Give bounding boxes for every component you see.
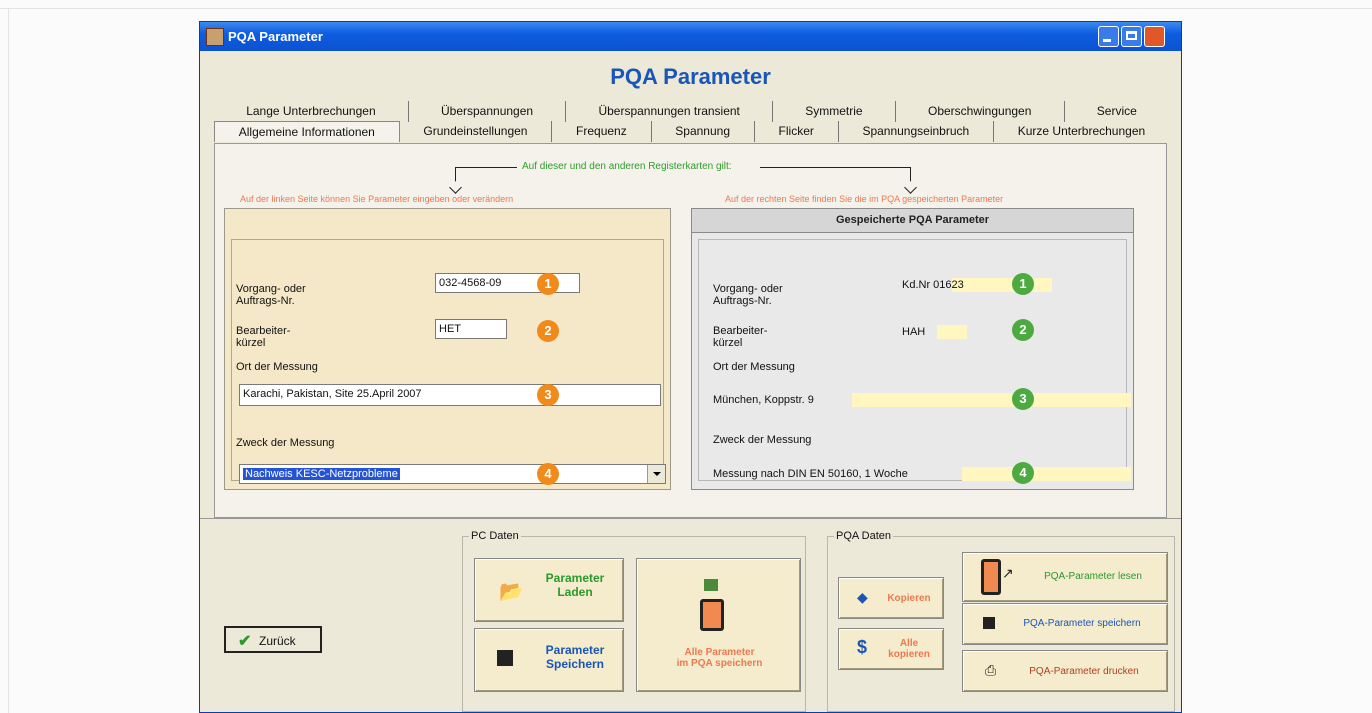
pqa-parameter-window: PQA Parameter PQA Parameter Lange Unterb… bbox=[199, 21, 1182, 713]
tab-service[interactable]: Service bbox=[1065, 101, 1169, 122]
pqa-parameter-lesen-label: PQA-Parameter lesen bbox=[1044, 571, 1142, 582]
tab-ueberspannungen[interactable]: Überspannungen bbox=[409, 101, 567, 122]
kopieren-label: Kopieren bbox=[887, 593, 931, 604]
tab-spannungseinbruch[interactable]: Spannungseinbruch bbox=[839, 121, 994, 142]
stored-panel-header: Gespeicherte PQA Parameter bbox=[692, 209, 1133, 233]
alle-kopieren-button[interactable]: $ Alle kopieren bbox=[838, 628, 944, 670]
minimize-icon bbox=[1103, 39, 1111, 42]
badge-1-right: 1 bbox=[1012, 273, 1034, 295]
stored-bearbeiter-value: HAH bbox=[902, 326, 926, 338]
page-frame-top bbox=[0, 8, 1372, 9]
pqa-daten-title: PQA Daten bbox=[834, 530, 894, 542]
tab-flicker[interactable]: Flicker bbox=[755, 121, 839, 142]
floppy-disk-icon bbox=[497, 650, 513, 666]
parameter-laden-button[interactable]: 📂 Parameter Laden bbox=[474, 558, 624, 622]
alle-parameter-im-pqa-speichern-button[interactable]: Alle Parameter im PQA speichern bbox=[636, 558, 801, 692]
printer-icon: ⎙ bbox=[985, 662, 997, 678]
tab-oberschwingungen[interactable]: Oberschwingungen bbox=[896, 101, 1065, 122]
bearbeiter-input[interactable]: HET bbox=[435, 319, 507, 339]
title-bar[interactable]: PQA Parameter bbox=[200, 22, 1181, 51]
parameter-laden-label: Parameter Laden bbox=[545, 571, 605, 599]
pqa-parameter-lesen-button[interactable]: ↗ PQA-Parameter lesen bbox=[962, 552, 1168, 602]
badge-2-right: 2 bbox=[1012, 319, 1034, 341]
stored-ort-highlight bbox=[852, 393, 1131, 407]
pqa-parameter-speichern-label: PQA-Parameter speichern bbox=[1023, 618, 1141, 629]
badge-1-left: 1 bbox=[537, 273, 559, 295]
stored-vorgang-highlight bbox=[952, 278, 1052, 292]
stored-vorgang-value: Kd.Nr 01623 bbox=[902, 279, 964, 291]
maximize-button[interactable] bbox=[1121, 26, 1142, 47]
tab-row-2: Allgemeine Informationen Grundeinstellun… bbox=[214, 121, 1169, 142]
zweck-label: Zweck der Messung bbox=[236, 437, 335, 449]
stored-zweck-value: Messung nach DIN EN 50160, 1 Woche bbox=[713, 468, 908, 480]
close-button[interactable] bbox=[1144, 26, 1165, 47]
kopieren-button[interactable]: ◆ Kopieren bbox=[838, 577, 944, 619]
zweck-selected-value: Nachweis KESC-Netzprobleme bbox=[243, 468, 400, 480]
stored-zweck-label: Zweck der Messung bbox=[713, 434, 812, 446]
editable-parameter-panel: Vorgang- oder Auftrags-Nr. 032-4568-09 1… bbox=[224, 208, 671, 490]
connect-arrow-icon: ↗ bbox=[1002, 565, 1014, 581]
parameter-speichern-label: Parameter Speichern bbox=[545, 643, 605, 671]
stored-ort-value: München, Koppstr. 9 bbox=[713, 394, 814, 406]
badge-4-right: 4 bbox=[1012, 462, 1034, 484]
tab-grundeinstellungen[interactable]: Grundeinstellungen bbox=[400, 121, 553, 142]
pqa-parameter-speichern-button[interactable]: PQA-Parameter speichern bbox=[962, 603, 1168, 645]
note-top: Auf dieser und den anderen Registerkarte… bbox=[522, 161, 732, 172]
tab-allgemeine-informationen[interactable]: Allgemeine Informationen bbox=[214, 121, 400, 142]
arrow-down-icon bbox=[704, 579, 718, 591]
zurueck-label: Zurück bbox=[259, 634, 296, 648]
parameter-speichern-button[interactable]: Parameter Speichern bbox=[474, 628, 624, 692]
stored-parameter-panel: Gespeicherte PQA Parameter Vorgang- oder… bbox=[691, 208, 1134, 490]
stored-zweck-highlight bbox=[962, 467, 1131, 481]
floppy-disk-icon bbox=[983, 617, 995, 629]
vorgang-label: Vorgang- oder Auftrags-Nr. bbox=[236, 283, 306, 307]
tab-symmetrie[interactable]: Symmetrie bbox=[773, 101, 896, 122]
badge-3-left: 3 bbox=[537, 384, 559, 406]
zweck-select[interactable]: Nachweis KESC-Netzprobleme bbox=[239, 464, 666, 484]
stored-vorgang-label: Vorgang- oder Auftrags-Nr. bbox=[713, 283, 783, 307]
pqa-device-icon bbox=[981, 559, 1001, 595]
chevron-down-icon[interactable] bbox=[647, 465, 665, 483]
ort-input[interactable]: Karachi, Pakistan, Site 25.April 2007 bbox=[239, 384, 661, 406]
stored-bearbeiter-label: Bearbeiter- kürzel bbox=[713, 325, 768, 349]
arrow-line-right bbox=[760, 167, 910, 168]
tab-spannung[interactable]: Spannung bbox=[652, 121, 755, 142]
badge-4-left: 4 bbox=[537, 463, 559, 485]
minimize-button[interactable] bbox=[1098, 26, 1119, 47]
arrow-line-left bbox=[455, 167, 517, 168]
alle-parameter-label: Alle Parameter im PQA speichern bbox=[676, 647, 763, 669]
pc-daten-title: PC Daten bbox=[469, 530, 521, 542]
zurueck-button[interactable]: ✔ Zurück bbox=[224, 626, 322, 653]
arrow-left-icon: ◆ bbox=[857, 589, 868, 605]
stored-ort-label: Ort der Messung bbox=[713, 361, 795, 373]
stored-bearbeiter-highlight bbox=[937, 325, 967, 339]
ort-label: Ort der Messung bbox=[236, 361, 318, 373]
page-title: PQA Parameter bbox=[610, 64, 771, 89]
bearbeiter-label: Bearbeiter- kürzel bbox=[236, 325, 291, 349]
alle-kopieren-label: Alle kopieren bbox=[888, 638, 930, 660]
tab-lange-unterbrechungen[interactable]: Lange Unterbrechungen bbox=[214, 101, 409, 122]
double-arrow-icon: $ bbox=[857, 637, 868, 657]
window-title: PQA Parameter bbox=[228, 29, 323, 44]
app-icon bbox=[206, 28, 224, 46]
page-frame-left bbox=[8, 8, 9, 713]
note-left: Auf der linken Seite können Sie Paramete… bbox=[240, 194, 514, 204]
badge-3-right: 3 bbox=[1012, 388, 1034, 410]
pqa-parameter-drucken-button[interactable]: ⎙ PQA-Parameter drucken bbox=[962, 650, 1168, 692]
tab-kurze-unterbrechungen[interactable]: Kurze Unterbrechungen bbox=[994, 121, 1169, 142]
tab-ueberspannungen-transient[interactable]: Überspannungen transient bbox=[566, 101, 774, 122]
pqa-parameter-drucken-label: PQA-Parameter drucken bbox=[1029, 666, 1139, 677]
folder-open-icon: 📂 bbox=[499, 581, 524, 603]
maximize-icon bbox=[1126, 31, 1137, 40]
tab-row-1: Lange Unterbrechungen Überspannungen Übe… bbox=[214, 101, 1169, 122]
note-right: Auf der rechten Seite finden Sie die im … bbox=[725, 194, 1004, 204]
badge-2-left: 2 bbox=[537, 320, 559, 342]
pqa-device-icon bbox=[700, 599, 724, 631]
checkmark-icon: ✔ bbox=[238, 633, 252, 650]
tab-frequenz[interactable]: Frequenz bbox=[552, 121, 652, 142]
